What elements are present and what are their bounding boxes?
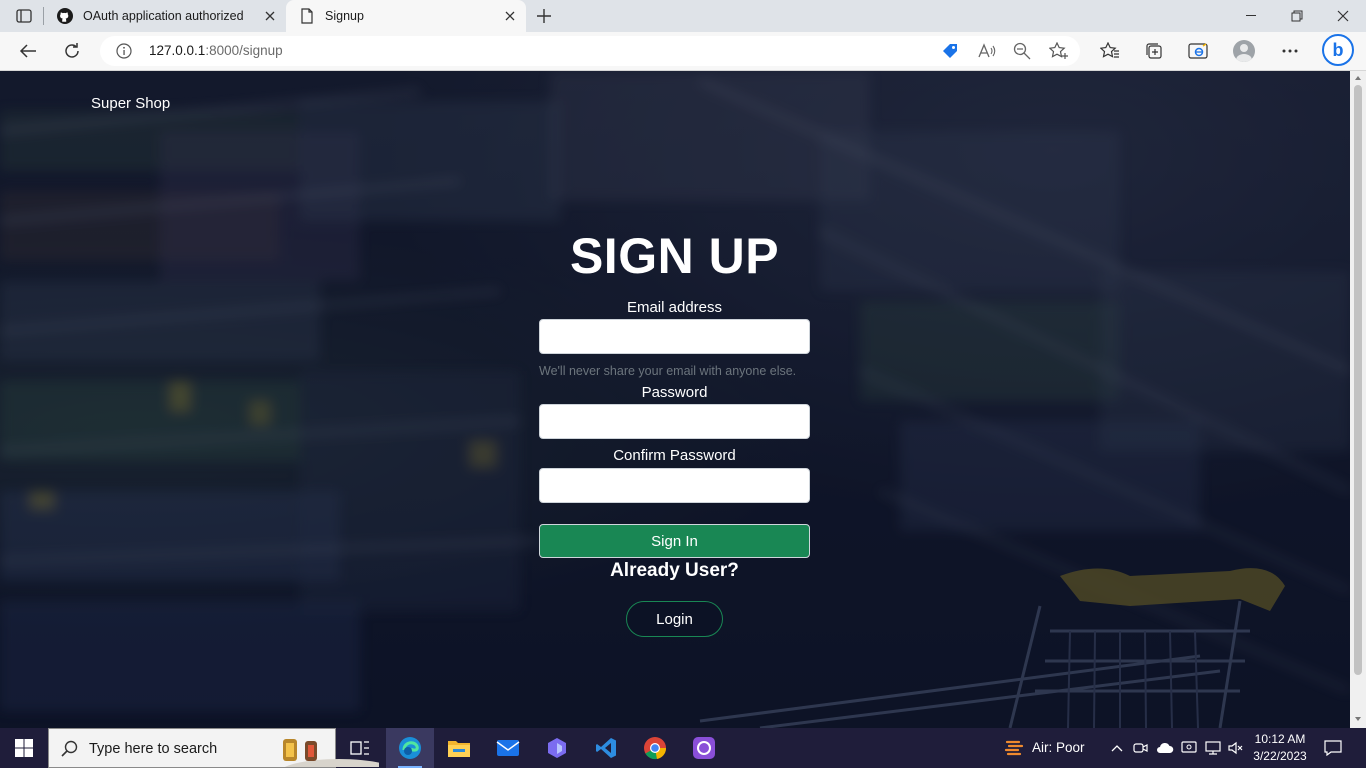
read-aloud-icon[interactable] — [977, 41, 997, 61]
email-help-text: We'll never share your email with anyone… — [539, 364, 797, 378]
tab-signup[interactable]: Signup — [286, 0, 526, 32]
email-label: Email address — [626, 299, 723, 316]
sign-in-button[interactable]: Sign In — [539, 524, 810, 558]
search-placeholder: Type here to search — [89, 741, 218, 757]
page-viewport: Super Shop SIGN UP Email address We'll n… — [0, 71, 1350, 728]
clock-time: 10:12 AM — [1254, 732, 1306, 746]
new-tab-icon[interactable] — [532, 4, 556, 28]
zoom-out-icon[interactable] — [1012, 41, 1032, 61]
ie-mode-icon[interactable] — [1183, 37, 1213, 65]
display-icon[interactable] — [1180, 739, 1198, 757]
weather-text[interactable]: Air: Poor — [1032, 740, 1085, 755]
scroll-up-icon[interactable] — [1354, 74, 1362, 82]
notifications-icon[interactable] — [1324, 739, 1342, 757]
url-host: 127.0.0.1 — [149, 43, 206, 58]
profile-avatar[interactable] — [1233, 40, 1255, 62]
onedrive-icon[interactable] — [1156, 739, 1174, 757]
system-clock[interactable]: 10:12 AM 3/22/2023 — [1250, 731, 1310, 765]
github-desktop-icon[interactable] — [680, 728, 728, 768]
task-view-icon[interactable] — [336, 728, 384, 768]
scroll-thumb[interactable] — [1354, 85, 1362, 675]
file-explorer-icon[interactable] — [435, 728, 483, 768]
windows-taskbar: Type here to search Air: Poor 10:12 AM 3… — [0, 728, 1366, 768]
refresh-icon[interactable] — [57, 37, 87, 65]
page-scrollbar[interactable] — [1350, 71, 1366, 728]
password-field[interactable] — [539, 404, 810, 439]
confirm-password-field[interactable] — [539, 468, 810, 503]
page-icon — [298, 7, 316, 25]
close-tab-icon[interactable] — [262, 8, 278, 24]
confirm-password-label: Confirm Password — [613, 447, 736, 464]
address-bar[interactable]: 127.0.0.1:8000/signup — [100, 36, 1080, 66]
tab-oauth[interactable]: OAuth application authorized — [44, 0, 286, 32]
more-menu-icon[interactable] — [1275, 37, 1305, 65]
bing-chat-icon[interactable]: b — [1322, 34, 1354, 66]
browser-toolbar: 127.0.0.1:8000/signup b — [0, 32, 1366, 71]
tab-strip: OAuth application authorized Signup — [0, 0, 1366, 32]
shopping-tag-icon[interactable] — [940, 41, 960, 61]
clock-date: 3/22/2023 — [1253, 749, 1307, 763]
close-window-icon[interactable] — [1320, 0, 1366, 32]
vscode-icon[interactable] — [582, 728, 630, 768]
email-field[interactable] — [539, 319, 810, 354]
scroll-down-icon[interactable] — [1354, 715, 1362, 723]
edge-icon[interactable] — [386, 728, 434, 768]
tab-label: OAuth application authorized — [83, 9, 244, 23]
url-text: 127.0.0.1:8000/signup — [149, 43, 283, 58]
volume-muted-icon[interactable] — [1227, 739, 1245, 757]
meet-now-icon[interactable] — [1132, 739, 1150, 757]
close-tab-icon[interactable] — [502, 8, 518, 24]
taskbar-search-box[interactable]: Type here to search — [48, 728, 379, 768]
github-icon — [56, 7, 74, 25]
page-title: SIGN UP — [569, 228, 780, 284]
login-button[interactable]: Login — [626, 601, 723, 637]
back-icon[interactable] — [13, 37, 43, 65]
network-icon[interactable] — [1204, 739, 1222, 757]
app-icon[interactable] — [533, 728, 581, 768]
windows-start-icon[interactable] — [0, 728, 48, 768]
tab-label: Signup — [325, 9, 364, 23]
chevron-up-icon[interactable] — [1108, 739, 1126, 757]
password-label: Password — [641, 384, 708, 401]
minimize-icon[interactable] — [1228, 0, 1274, 32]
search-icon — [61, 740, 78, 757]
add-favorite-icon[interactable] — [1049, 41, 1069, 61]
already-user-text: Already User? — [610, 560, 739, 581]
favorites-icon[interactable] — [1095, 37, 1125, 65]
restore-icon[interactable] — [1274, 0, 1320, 32]
tab-actions-icon[interactable] — [8, 4, 40, 28]
air-quality-icon[interactable] — [1004, 738, 1024, 758]
mail-icon[interactable] — [484, 728, 532, 768]
navbar-brand[interactable]: Super Shop — [91, 95, 170, 112]
chrome-icon[interactable] — [631, 728, 679, 768]
site-info-icon[interactable] — [116, 43, 132, 59]
url-path: :8000/signup — [205, 43, 283, 58]
collections-icon[interactable] — [1139, 37, 1169, 65]
